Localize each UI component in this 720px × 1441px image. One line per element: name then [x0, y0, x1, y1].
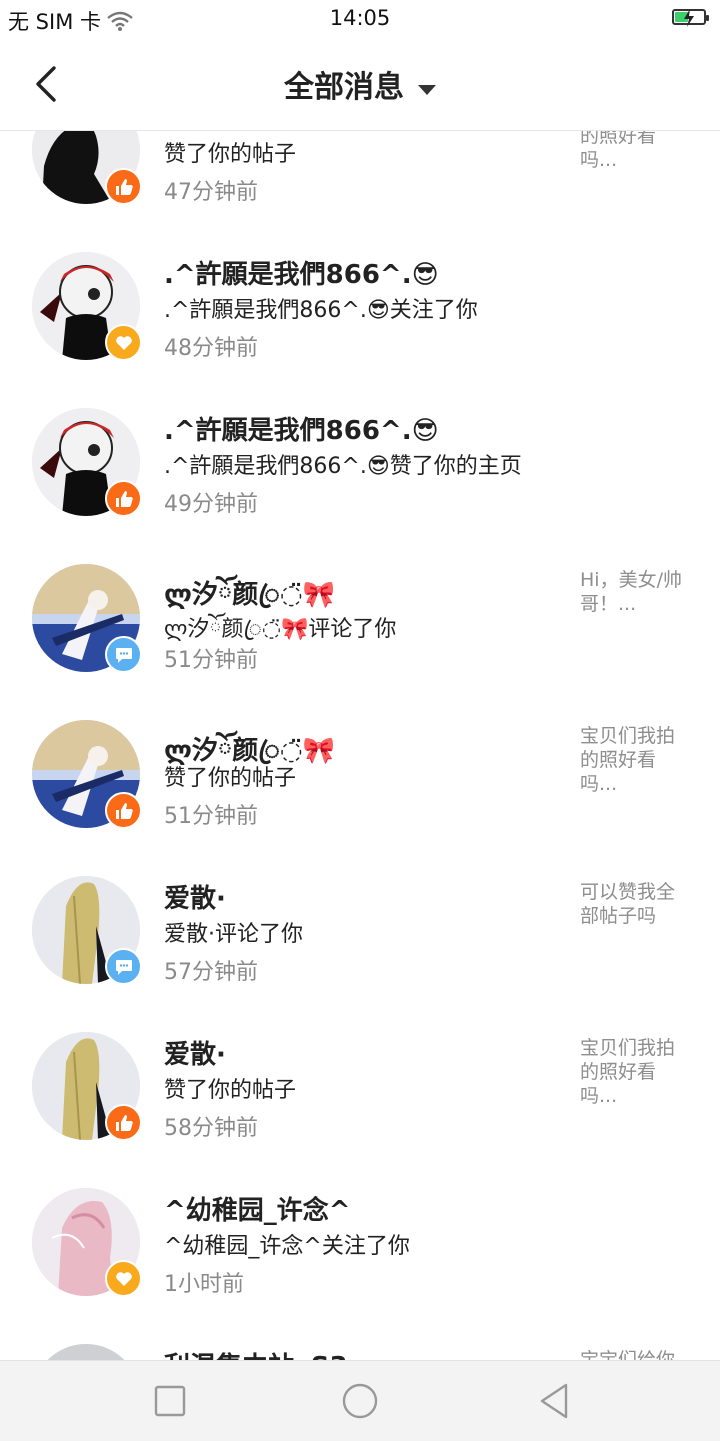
- sender-name[interactable]: 爱散·: [164, 878, 226, 915]
- follow-badge: [105, 1260, 142, 1297]
- heart-icon: [115, 335, 132, 350]
- thumbs-up-icon: [115, 178, 133, 195]
- message-preview: 的照好看吗...: [580, 125, 657, 171]
- message-action: 赞了你的帖子: [164, 766, 297, 791]
- message-preview: Hi，美女/帅哥！...: [580, 569, 682, 615]
- comment-badge: [105, 948, 142, 985]
- message-action: 爱散·评论了你: [164, 922, 303, 947]
- message-time: 1小时前: [164, 1272, 244, 1297]
- list-item[interactable]: 利混集中站xS3 宝宝们给你: [0, 1344, 720, 1360]
- triangle-back-icon: [540, 1383, 568, 1419]
- message-time: 58分钟前: [164, 1116, 258, 1141]
- message-preview: 宝贝们我拍的照好看吗...: [580, 725, 676, 795]
- list-item[interactable]: ლ汐ོ颜ꦿ◌̈🎀 赞了你的帖子 51分钟前 宝贝们我拍的照好看吗...: [0, 720, 720, 876]
- message-action: .^許願是我們866^.😎赞了你的主页: [164, 454, 522, 479]
- thumbs-up-icon: [115, 490, 133, 507]
- caret-down-icon[interactable]: [418, 84, 436, 95]
- like-badge: [105, 480, 142, 517]
- comment-icon: [115, 647, 132, 663]
- list-item[interactable]: .^許願是我們866^.😎 .^許願是我們866^.😎赞了你的主页 49分钟前: [0, 408, 720, 564]
- sender-name[interactable]: ^幼稚园_许念^: [164, 1190, 351, 1227]
- sender-name[interactable]: 利混集中站xS3: [164, 1346, 348, 1360]
- recents-button[interactable]: [148, 1379, 192, 1423]
- battery-charging-icon: [672, 9, 709, 27]
- like-badge: [105, 168, 142, 205]
- list-item[interactable]: ლ汐ོ颜ꦿ◌̈🎀 ლ汐ོ颜ꦿ◌̈🎀评论了你 51分钟前 Hi，美女/帅哥！...: [0, 564, 720, 720]
- message-action: 赞了你的帖子: [164, 1078, 297, 1103]
- square-icon: [154, 1385, 186, 1417]
- thumbs-up-icon: [115, 1114, 133, 1131]
- message-time: 51分钟前: [164, 804, 258, 829]
- circle-icon: [342, 1383, 378, 1419]
- back-nav-button[interactable]: [532, 1379, 576, 1423]
- comment-icon: [115, 959, 132, 975]
- status-bar: 无 SIM 卡 14:05: [0, 0, 720, 40]
- message-time: 51分钟前: [164, 648, 258, 673]
- heart-icon: [115, 1271, 132, 1286]
- comment-badge: [105, 636, 142, 673]
- sender-name[interactable]: .^許願是我們866^.😎: [164, 254, 439, 291]
- app-header: 全部消息: [0, 40, 720, 131]
- filter-dropdown[interactable]: 全部消息: [0, 62, 720, 106]
- clock: 14:05: [329, 6, 391, 30]
- message-preview: 宝宝们给你: [580, 1349, 676, 1360]
- message-action: .^許願是我們866^.😎关注了你: [164, 298, 478, 323]
- system-nav-bar: [0, 1360, 720, 1441]
- thumbs-up-icon: [115, 802, 133, 819]
- message-time: 49分钟前: [164, 492, 258, 517]
- like-badge: [105, 792, 142, 829]
- message-list[interactable]: 赞了你的帖子 47分钟前 的照好看吗... .^許願是我們866^.😎 .^許願…: [0, 0, 720, 1360]
- message-preview: 可以赞我全部帖子吗: [580, 881, 676, 927]
- avatar[interactable]: [32, 1344, 140, 1360]
- list-item[interactable]: ^幼稚园_许念^ ^幼稚园_许念^关注了你 1小时前: [0, 1188, 720, 1344]
- message-action: 赞了你的帖子: [164, 142, 297, 167]
- list-item[interactable]: .^許願是我們866^.😎 .^許願是我們866^.😎关注了你 48分钟前: [0, 252, 720, 408]
- message-time: 57分钟前: [164, 960, 258, 985]
- like-badge: [105, 1104, 142, 1141]
- page-title[interactable]: 全部消息: [284, 70, 404, 105]
- sender-name[interactable]: .^許願是我們866^.😎: [164, 410, 439, 447]
- follow-badge: [105, 324, 142, 361]
- message-preview: 宝贝们我拍的照好看吗...: [580, 1037, 676, 1107]
- list-item[interactable]: 爱散· 爱散·评论了你 57分钟前 可以赞我全部帖子吗: [0, 876, 720, 1032]
- message-time: 47分钟前: [164, 180, 258, 205]
- message-action: ^幼稚园_许念^关注了你: [164, 1234, 410, 1259]
- message-time: 48分钟前: [164, 336, 258, 361]
- home-button[interactable]: [338, 1379, 382, 1423]
- list-item[interactable]: 爱散· 赞了你的帖子 58分钟前 宝贝们我拍的照好看吗...: [0, 1032, 720, 1188]
- sender-name[interactable]: 爱散·: [164, 1034, 226, 1071]
